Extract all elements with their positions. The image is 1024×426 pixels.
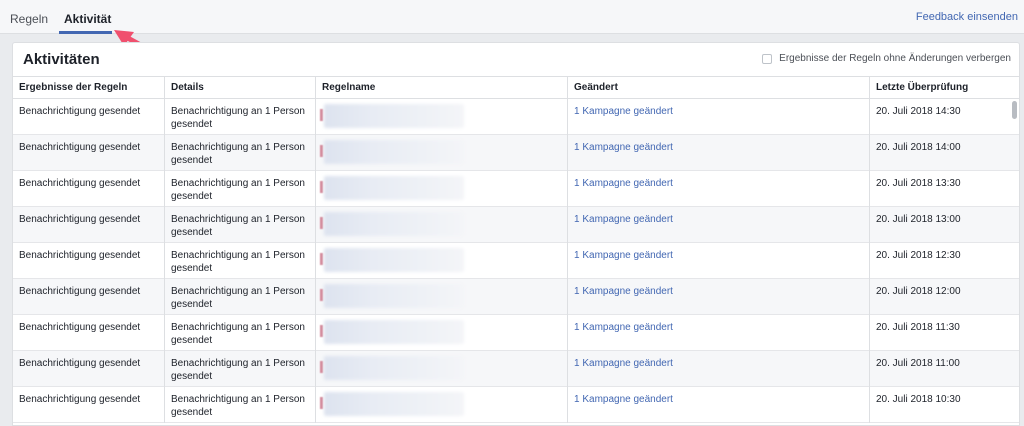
hide-unchanged-filter[interactable]: Ergebnisse der Regeln ohne Änderungen ve… (762, 53, 1011, 64)
rule-name-cell[interactable] (316, 387, 568, 423)
redaction-mark (320, 397, 323, 409)
result-cell: Benachrichtigung gesendet (13, 279, 165, 315)
result-cell: Benachrichtigung gesendet (13, 315, 165, 351)
changed-campaign-link[interactable]: 1 Kampagne geändert (574, 394, 673, 405)
changed-campaign-link[interactable]: 1 Kampagne geändert (574, 178, 673, 189)
result-cell: Benachrichtigung gesendet (13, 99, 165, 135)
result-cell: Benachrichtigung gesendet (13, 387, 165, 423)
rule-name-cell[interactable] (316, 171, 568, 207)
filter-label: Ergebnisse der Regeln ohne Änderungen ve… (779, 53, 1011, 64)
column-header-results[interactable]: Ergebnisse der Regeln (13, 77, 165, 99)
details-cell: Benachrichtigung an 1 Person gesendet (165, 243, 316, 279)
redaction-mark (320, 253, 323, 265)
changed-cell: 1 Kampagne geändert (568, 135, 870, 171)
rule-name-cell[interactable] (316, 279, 568, 315)
details-cell: Benachrichtigung an 1 Person gesendet (165, 279, 316, 315)
redacted-rule-name (324, 284, 464, 308)
result-cell: Benachrichtigung gesendet (13, 243, 165, 279)
details-cell: Benachrichtigung an 1 Person gesendet (165, 351, 316, 387)
rule-name-cell[interactable] (316, 243, 568, 279)
changed-cell: 1 Kampagne geändert (568, 387, 870, 423)
changed-campaign-link[interactable]: 1 Kampagne geändert (574, 250, 673, 261)
changed-campaign-link[interactable]: 1 Kampagne geändert (574, 358, 673, 369)
last-check-cell: 20. Juli 2018 11:30 (876, 322, 960, 333)
changed-cell: 1 Kampagne geändert (568, 279, 870, 315)
changed-cell: 1 Kampagne geändert (568, 171, 870, 207)
changed-cell: 1 Kampagne geändert (568, 351, 870, 387)
table-row[interactable]: Benachrichtigung gesendet Benachrichtigun… (13, 387, 1019, 423)
last-check-cell: 20. Juli 2018 13:00 (876, 214, 961, 225)
redacted-rule-name (324, 356, 464, 380)
table-row[interactable]: Benachrichtigung gesendet Benachrichtigun… (13, 279, 1019, 315)
tab-regeln[interactable]: Regeln (10, 0, 48, 34)
column-header-details[interactable]: Details (165, 77, 316, 99)
last-check-cell: 20. Juli 2018 12:00 (876, 286, 961, 297)
details-cell: Benachrichtigung an 1 Person gesendet (165, 171, 316, 207)
last-check-cell: 20. Juli 2018 14:00 (876, 142, 961, 153)
active-tab-indicator (59, 31, 112, 34)
rule-name-cell[interactable] (316, 315, 568, 351)
redacted-rule-name (324, 104, 464, 128)
column-header-rule-name[interactable]: Regelname (316, 77, 568, 99)
column-header-last-check[interactable]: Letzte Überprüfung (870, 77, 1019, 99)
changed-campaign-link[interactable]: 1 Kampagne geändert (574, 322, 673, 333)
redaction-mark (320, 361, 323, 373)
details-cell: Benachrichtigung an 1 Person gesendet (165, 387, 316, 423)
redaction-mark (320, 289, 323, 301)
activity-panel: Aktivitäten Ergebnisse der Regeln ohne Ä… (12, 42, 1020, 426)
changed-cell: 1 Kampagne geändert (568, 243, 870, 279)
result-cell: Benachrichtigung gesendet (13, 351, 165, 387)
redaction-mark (320, 325, 323, 337)
last-check-cell: 20. Juli 2018 10:30 (876, 394, 961, 405)
rule-name-cell[interactable] (316, 207, 568, 243)
changed-cell: 1 Kampagne geändert (568, 99, 870, 135)
redacted-rule-name (324, 212, 464, 236)
table-header: Ergebnisse der Regeln Details Regelname … (13, 76, 1019, 99)
changed-cell: 1 Kampagne geändert (568, 207, 870, 243)
details-cell: Benachrichtigung an 1 Person gesendet (165, 135, 316, 171)
feedback-link[interactable]: Feedback einsenden (916, 11, 1018, 23)
panel-title: Aktivitäten (23, 51, 100, 68)
table-body: Benachrichtigung gesendet Benachrichtigun… (13, 99, 1019, 423)
result-cell: Benachrichtigung gesendet (13, 207, 165, 243)
table-row[interactable]: Benachrichtigung gesendet Benachrichtigun… (13, 171, 1019, 207)
checkbox-icon[interactable] (762, 53, 773, 64)
changed-campaign-link[interactable]: 1 Kampagne geändert (574, 106, 673, 117)
redaction-mark (320, 145, 323, 157)
last-check-cell: 20. Juli 2018 13:30 (876, 178, 961, 189)
redacted-rule-name (324, 140, 464, 164)
changed-cell: 1 Kampagne geändert (568, 315, 870, 351)
table-row[interactable]: Benachrichtigung gesendet Benachrichtigun… (13, 99, 1019, 135)
redacted-rule-name (324, 248, 464, 272)
rule-name-cell[interactable] (316, 135, 568, 171)
table-row[interactable]: Benachrichtigung gesendet Benachrichtigun… (13, 243, 1019, 279)
changed-campaign-link[interactable]: 1 Kampagne geändert (574, 214, 673, 225)
details-cell: Benachrichtigung an 1 Person gesendet (165, 99, 316, 135)
table-row[interactable]: Benachrichtigung gesendet Benachrichtigun… (13, 351, 1019, 387)
changed-campaign-link[interactable]: 1 Kampagne geändert (574, 286, 673, 297)
redacted-rule-name (324, 176, 464, 200)
redacted-rule-name (324, 392, 464, 416)
redaction-mark (320, 217, 323, 229)
scrollbar-thumb[interactable] (1012, 101, 1017, 119)
table-row[interactable]: Benachrichtigung gesendet Benachrichtigun… (13, 315, 1019, 351)
column-header-changed[interactable]: Geändert (568, 77, 870, 99)
details-cell: Benachrichtigung an 1 Person gesendet (165, 207, 316, 243)
last-check-cell: 20. Juli 2018 11:00 (876, 358, 960, 369)
changed-campaign-link[interactable]: 1 Kampagne geändert (574, 142, 673, 153)
redaction-mark (320, 181, 323, 193)
last-check-cell: 20. Juli 2018 14:30 (876, 106, 961, 117)
rule-name-cell[interactable] (316, 99, 568, 135)
table-row[interactable]: Benachrichtigung gesendet Benachrichtigun… (13, 207, 1019, 243)
redacted-rule-name (324, 320, 464, 344)
result-cell: Benachrichtigung gesendet (13, 171, 165, 207)
last-check-cell: 20. Juli 2018 12:30 (876, 250, 961, 261)
result-cell: Benachrichtigung gesendet (13, 135, 165, 171)
tab-aktivitaet[interactable]: Aktivität (58, 0, 117, 34)
details-cell: Benachrichtigung an 1 Person gesendet (165, 315, 316, 351)
table-row[interactable]: Benachrichtigung gesendet Benachrichtigun… (13, 135, 1019, 171)
rule-name-cell[interactable] (316, 351, 568, 387)
redaction-mark (320, 109, 323, 121)
